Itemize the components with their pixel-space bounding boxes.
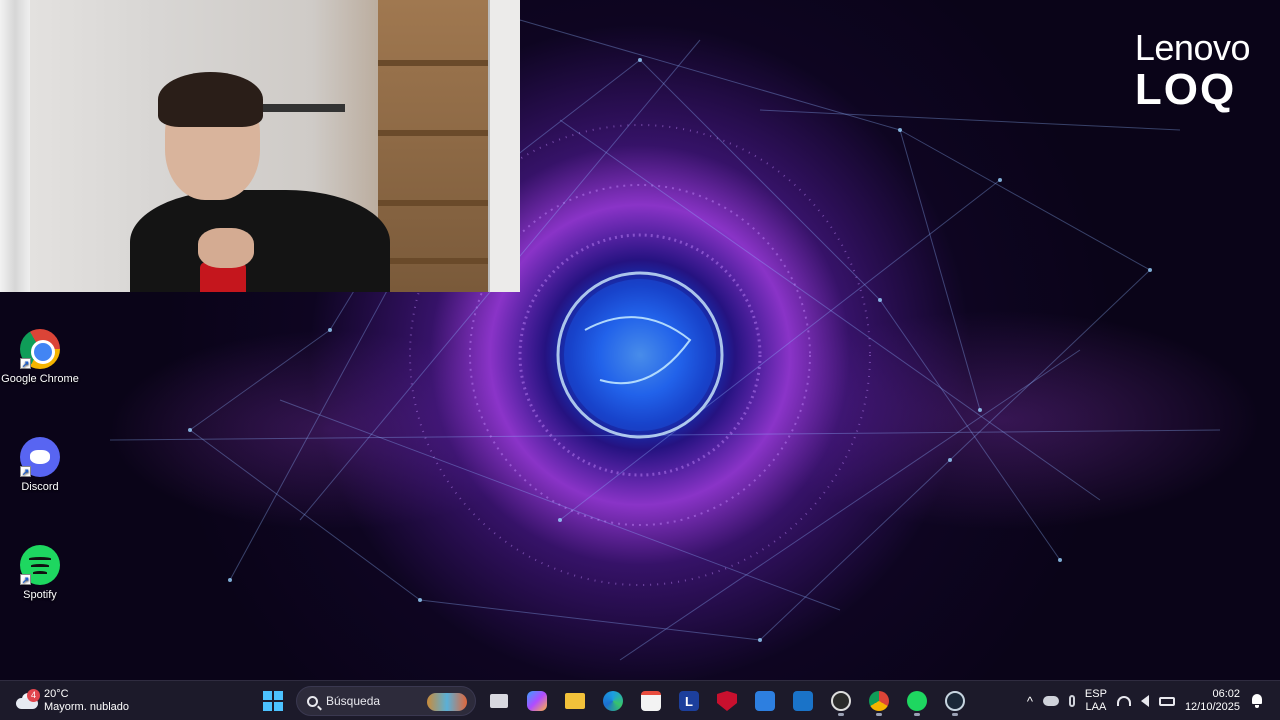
discord-icon: ↗	[20, 437, 60, 477]
chrome-taskbar-button[interactable]	[864, 686, 894, 716]
folder-icon	[565, 693, 585, 709]
webcam-person-torso	[130, 190, 390, 292]
webcam-bookshelf	[378, 0, 488, 292]
webcam-shelf-board	[378, 60, 488, 66]
webcam-wall-shelf	[250, 104, 345, 112]
webcam-person-hair	[158, 72, 263, 127]
outlook-button[interactable]	[788, 686, 818, 716]
wifi-icon[interactable]	[1116, 696, 1131, 706]
volume-icon[interactable]	[1140, 695, 1149, 707]
search-icon	[307, 695, 318, 707]
weather-badge: 4	[27, 689, 40, 702]
system-tray: ^ ESP LAA 06:02 12/10/2025	[1027, 681, 1280, 720]
task-view-button[interactable]	[484, 686, 514, 716]
app-button-blue[interactable]	[750, 686, 780, 716]
desktop-icon-label: Google Chrome	[1, 373, 79, 385]
taskbar-search-box[interactable]: Búsqueda	[296, 686, 476, 716]
webcam-door	[488, 0, 520, 292]
language-code: ESP	[1084, 688, 1107, 700]
notification-bell-icon[interactable]	[1250, 694, 1264, 708]
search-highlight-icon	[427, 693, 467, 711]
lenovo-vantage-button[interactable]: L	[674, 686, 704, 716]
mcafee-button[interactable]	[712, 686, 742, 716]
weather-temperature: 20°C	[44, 688, 69, 700]
keyboard-layout: LAA	[1085, 701, 1107, 713]
windows-logo-icon	[263, 691, 283, 711]
weather-widget[interactable]: 4 20°C Mayorm. nublado	[14, 686, 129, 716]
brand-line-2: LOQ	[1134, 65, 1237, 114]
file-explorer-button[interactable]	[560, 686, 590, 716]
webcam-shelf-board	[378, 130, 488, 136]
brand-line-1: Lenovo	[1134, 27, 1251, 68]
webcam-curtain	[0, 0, 30, 292]
shortcut-arrow-icon: ↗	[20, 358, 31, 369]
steam-taskbar-button[interactable]	[940, 686, 970, 716]
gaming-app-icon	[831, 691, 851, 711]
taskbar: 4 20°C Mayorm. nublado Búsqueda L ^ ESP …	[0, 680, 1280, 720]
spotify-icon	[907, 691, 927, 711]
lenovo-loq-logo: Lenovo LOQ	[1134, 27, 1251, 114]
clock-time: 06:02	[1212, 688, 1240, 700]
store-button[interactable]	[636, 686, 666, 716]
steam-icon	[945, 691, 965, 711]
chrome-icon	[869, 691, 889, 711]
gaming-app-button[interactable]	[826, 686, 856, 716]
cloud-offline-icon[interactable]	[1042, 696, 1059, 706]
mcafee-icon	[717, 691, 737, 711]
clock-date: 12/10/2025	[1184, 701, 1240, 713]
microphone-icon[interactable]	[1068, 695, 1075, 707]
blue-app-icon	[755, 691, 775, 711]
cloud-icon: 4	[14, 689, 40, 709]
shortcut-arrow-icon: ↗	[20, 466, 31, 477]
search-placeholder: Búsqueda	[326, 694, 381, 708]
task-view-icon	[490, 694, 508, 708]
desktop-icon-discord[interactable]: ↗ Discord	[0, 437, 80, 493]
taskbar-apps: Búsqueda L	[258, 685, 970, 717]
chrome-icon: ↗	[20, 329, 60, 369]
desktop-icon-chrome[interactable]: ↗ Google Chrome	[0, 329, 80, 385]
copilot-icon	[527, 691, 547, 711]
copilot-button[interactable]	[522, 686, 552, 716]
spotify-icon: ↗	[20, 545, 60, 585]
webcam-shelf-board	[378, 258, 488, 264]
webcam-preview	[0, 0, 520, 292]
outlook-icon	[793, 691, 813, 711]
weather-condition: Mayorm. nublado	[44, 701, 129, 713]
battery-icon[interactable]	[1158, 696, 1175, 706]
edge-button[interactable]	[598, 686, 628, 716]
start-button[interactable]	[258, 686, 288, 716]
store-icon	[641, 691, 661, 711]
clock[interactable]: 06:02 12/10/2025	[1185, 688, 1240, 714]
webcam-shelf-board	[378, 200, 488, 206]
spotify-taskbar-button[interactable]	[902, 686, 932, 716]
edge-icon	[603, 691, 623, 711]
desktop-icon-spotify[interactable]: ↗ Spotify	[0, 545, 80, 601]
language-indicator[interactable]: ESP LAA	[1085, 688, 1107, 714]
show-hidden-icons-chevron-icon[interactable]: ^	[1027, 695, 1033, 708]
webcam-person-hand	[198, 228, 254, 268]
desktop-icon-label: Discord	[21, 481, 59, 493]
desktop-icon-label: Spotify	[23, 589, 57, 601]
shortcut-arrow-icon: ↗	[20, 574, 31, 585]
lenovo-app-icon: L	[679, 691, 699, 711]
